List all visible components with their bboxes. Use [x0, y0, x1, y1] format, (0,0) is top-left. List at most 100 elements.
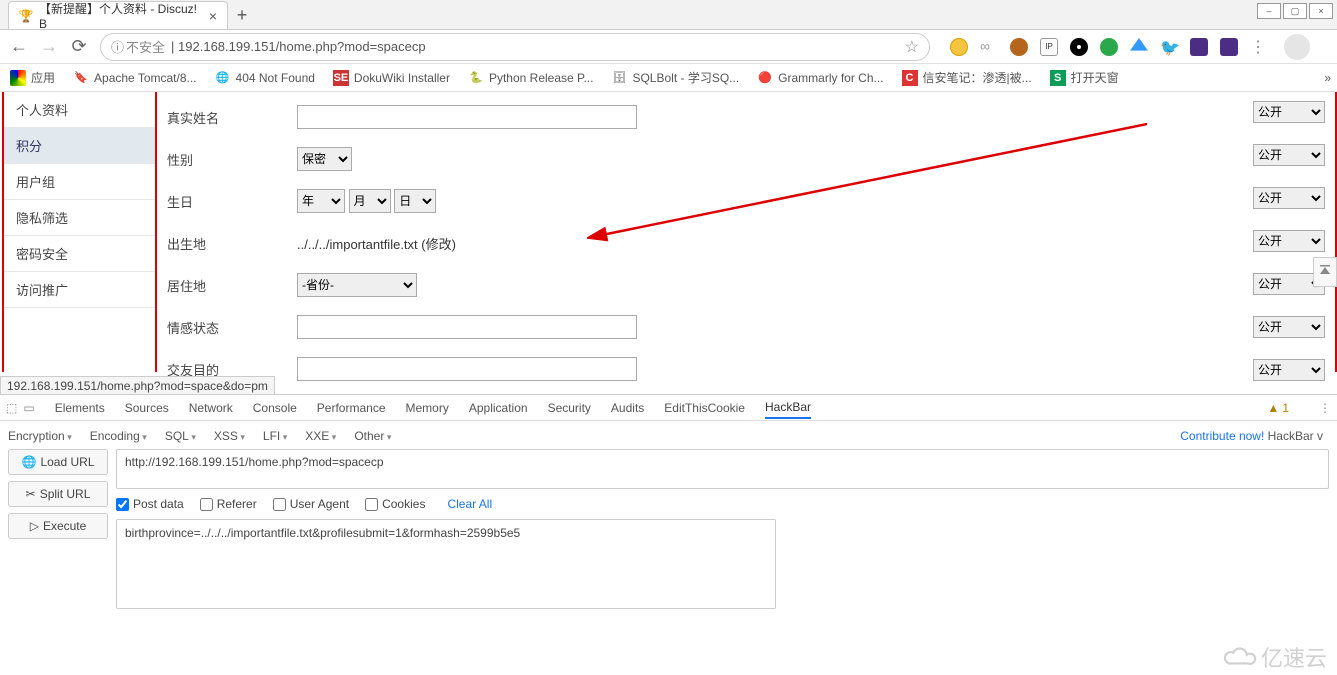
post-data-textarea[interactable] — [116, 519, 776, 609]
tab-close-icon[interactable]: × — [209, 8, 217, 24]
scroll-top-button[interactable] — [1313, 257, 1337, 287]
browser-tab[interactable]: 🏆 【新提醒】个人资料 - Discuz! B × — [8, 1, 228, 29]
play-icon: ▷ — [30, 519, 39, 533]
input-realname[interactable] — [297, 105, 637, 129]
bookmark-item[interactable]: SEDokuWiki Installer — [329, 68, 454, 88]
devtools-tab-editcookie[interactable]: EditThisCookie — [664, 398, 745, 418]
url-bar[interactable]: ⓘ 不安全 | 192.168.199.151/home.php?mod=spa… — [100, 33, 930, 61]
ext-icon[interactable]: ∞ — [980, 38, 998, 56]
bookmarks-overflow-icon[interactable]: » — [1324, 71, 1331, 85]
execute-button[interactable]: ▷Execute — [8, 513, 108, 539]
post-data-checkbox[interactable]: Post data — [116, 497, 184, 511]
minimize-button[interactable]: – — [1257, 3, 1281, 19]
reload-button[interactable]: ⟳ — [70, 38, 88, 56]
hackbar-panel: Encryption Encoding SQL XSS LFI XXE Othe… — [0, 421, 1337, 618]
sidebar-item-privacy[interactable]: 隐私筛选 — [4, 200, 155, 236]
back-button[interactable]: ← — [10, 38, 28, 56]
ext-icon[interactable] — [1130, 38, 1148, 56]
ext-icon[interactable] — [1010, 38, 1028, 56]
devtools-tabs: ⬚ ▭ Elements Sources Network Console Per… — [0, 395, 1337, 421]
devtools-tab-elements[interactable]: Elements — [55, 398, 105, 418]
ext-icon[interactable] — [1220, 38, 1238, 56]
input-emotion[interactable] — [297, 315, 637, 339]
clear-all-link[interactable]: Clear All — [447, 497, 492, 511]
ext-icon[interactable] — [1100, 38, 1118, 56]
select-year[interactable]: 年 — [297, 189, 345, 213]
bookmarks-bar: 应用 🔖Apache Tomcat/8... 🌐404 Not Found SE… — [0, 64, 1337, 92]
hb-menu-xxe[interactable]: XXE — [305, 429, 336, 443]
bookmark-star-icon[interactable]: ☆ — [905, 37, 919, 57]
devtools-tab-security[interactable]: Security — [548, 398, 591, 418]
maximize-button[interactable]: ▢ — [1283, 3, 1307, 19]
bookmark-item[interactable]: C信安笔记：渗透|被... — [898, 67, 1036, 88]
split-url-button[interactable]: ✂Split URL — [8, 481, 108, 507]
bookmark-item[interactable]: 🗄SQLBolt - 学习SQ... — [607, 67, 743, 88]
bookmark-item[interactable]: 🔖Apache Tomcat/8... — [69, 68, 201, 88]
devtools-tab-sources[interactable]: Sources — [125, 398, 169, 418]
bookmark-icon: 🔴 — [757, 70, 773, 86]
ext-icon[interactable] — [950, 38, 968, 56]
hb-menu-xss[interactable]: XSS — [214, 429, 245, 443]
ext-icon[interactable] — [1070, 38, 1088, 56]
devtools-tab-console[interactable]: Console — [253, 398, 297, 418]
watermark: 亿速云 — [1221, 641, 1327, 673]
contribute-link[interactable]: Contribute now! — [1180, 429, 1264, 443]
devtools-tab-hackbar[interactable]: HackBar — [765, 397, 811, 419]
browser-tab-bar: 🏆 【新提醒】个人资料 - Discuz! B × + – ▢ × — [0, 0, 1337, 30]
ext-icon[interactable]: IP — [1040, 38, 1058, 56]
bookmark-item[interactable]: 🐍Python Release P... — [464, 68, 598, 88]
warning-badge[interactable]: ▲1 — [1267, 401, 1289, 415]
visibility-select[interactable]: 公开 — [1253, 316, 1325, 338]
sidebar-item-promotion[interactable]: 访问推广 — [4, 272, 155, 308]
bookmark-icon: 🌐 — [215, 70, 231, 86]
visibility-select[interactable]: 公开 — [1253, 144, 1325, 166]
devtools-tab-network[interactable]: Network — [189, 398, 233, 418]
visibility-select[interactable]: 公开 — [1253, 359, 1325, 381]
hb-menu-sql[interactable]: SQL — [165, 429, 196, 443]
tab-favicon: 🏆 — [19, 9, 33, 23]
devtools-tab-performance[interactable]: Performance — [317, 398, 386, 418]
useragent-checkbox[interactable]: User Agent — [273, 497, 349, 511]
close-button[interactable]: × — [1309, 3, 1333, 19]
sidebar-item-password[interactable]: 密码安全 — [4, 236, 155, 272]
sidebar-item-credits[interactable]: 积分 — [4, 128, 155, 164]
new-tab-button[interactable]: + — [228, 1, 256, 29]
select-gender[interactable]: 保密 — [297, 147, 352, 171]
bookmark-item[interactable]: S打开天窗 — [1046, 67, 1123, 88]
hackbar-url-input[interactable]: http://192.168.199.151/home.php?mod=spac… — [116, 449, 1329, 489]
device-toggle-icon[interactable]: ▭ — [23, 401, 34, 415]
toolbar-menu-icon[interactable]: ⋮ — [1250, 37, 1266, 57]
apps-button[interactable]: 应用 — [6, 67, 59, 88]
ext-icon[interactable]: 🐦 — [1160, 38, 1178, 56]
modify-link[interactable]: (修改) — [421, 237, 456, 252]
ext-icon[interactable] — [1190, 38, 1208, 56]
cookies-checkbox[interactable]: Cookies — [365, 497, 425, 511]
hb-menu-other[interactable]: Other — [354, 429, 391, 443]
visibility-select[interactable]: 公开 — [1253, 187, 1325, 209]
bookmark-item[interactable]: 🔴Grammarly for Ch... — [753, 68, 887, 88]
referer-checkbox[interactable]: Referer — [200, 497, 257, 511]
bookmark-item[interactable]: 🌐404 Not Found — [211, 68, 319, 88]
hb-menu-encoding[interactable]: Encoding — [90, 429, 147, 443]
select-month[interactable]: 月 — [349, 189, 391, 213]
visibility-select[interactable]: 公开 — [1253, 230, 1325, 252]
bookmark-icon: 🗄 — [611, 70, 627, 86]
hb-menu-encryption[interactable]: Encryption — [8, 429, 72, 443]
hb-menu-lfi[interactable]: LFI — [263, 429, 287, 443]
load-url-button[interactable]: 🌐Load URL — [8, 449, 108, 475]
input-purpose[interactable] — [297, 357, 637, 381]
inspect-icon[interactable]: ⬚ — [6, 401, 17, 415]
sidebar-nav: 个人资料 积分 用户组 隐私筛选 密码安全 访问推广 — [2, 92, 157, 372]
devtools-tab-audits[interactable]: Audits — [611, 398, 644, 418]
forward-button[interactable]: → — [40, 38, 58, 56]
select-day[interactable]: 日 — [394, 189, 436, 213]
profile-avatar[interactable] — [1284, 34, 1310, 60]
devtools-menu-icon[interactable]: ⋮ — [1319, 401, 1331, 415]
devtools-tab-memory[interactable]: Memory — [406, 398, 449, 418]
devtools-tab-application[interactable]: Application — [469, 398, 528, 418]
sidebar-item-usergroup[interactable]: 用户组 — [4, 164, 155, 200]
bookmark-icon: SE — [333, 70, 349, 86]
visibility-select[interactable]: 公开 — [1253, 101, 1325, 123]
select-province[interactable]: -省份- — [297, 273, 417, 297]
apps-icon — [10, 70, 26, 86]
